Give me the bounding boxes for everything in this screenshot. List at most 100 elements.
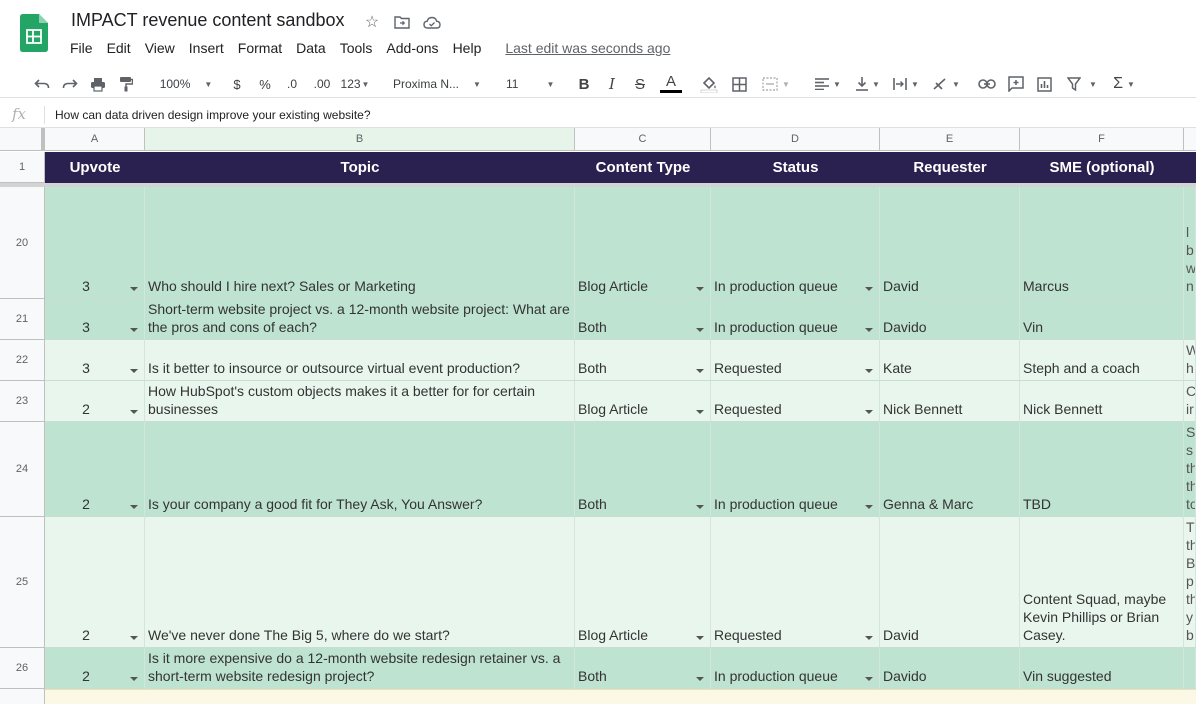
column-header-b[interactable]: B: [145, 128, 575, 151]
font-size-select[interactable]: 11 ▼: [506, 72, 558, 96]
functions-icon[interactable]: Σ ▼: [1108, 72, 1140, 96]
cell-upvote[interactable]: 3: [45, 299, 145, 340]
cell-requester[interactable]: David: [880, 517, 1020, 648]
table-row[interactable]: [45, 689, 1196, 704]
header-next-column[interactable]: [1184, 152, 1196, 183]
undo-icon[interactable]: [32, 72, 52, 96]
cell-sme[interactable]: Nick Bennett: [1020, 381, 1184, 422]
menu-view[interactable]: View: [145, 39, 175, 57]
cell-topic[interactable]: Who should I hire next? Sales or Marketi…: [145, 187, 575, 299]
dropdown-arrow-icon[interactable]: [696, 369, 704, 373]
dropdown-arrow-icon[interactable]: [696, 677, 704, 681]
row-header[interactable]: 22: [0, 340, 45, 381]
cell-sme[interactable]: Vin suggested: [1020, 648, 1184, 689]
menu-data[interactable]: Data: [296, 39, 326, 57]
header-content-type[interactable]: Content Type: [575, 152, 711, 183]
dropdown-arrow-icon[interactable]: [865, 369, 873, 373]
cell-status[interactable]: Requested: [711, 517, 880, 648]
cell-upvote[interactable]: 2: [45, 381, 145, 422]
cell-upvote[interactable]: 2: [45, 422, 145, 517]
header-status[interactable]: Status: [711, 152, 880, 183]
cell-requester[interactable]: Nick Bennett: [880, 381, 1020, 422]
row-header[interactable]: [0, 689, 45, 704]
decrease-decimal-button[interactable]: .0: [282, 72, 302, 96]
move-folder-icon[interactable]: [392, 12, 412, 32]
italic-button[interactable]: I: [604, 72, 620, 96]
column-header-c[interactable]: C: [575, 128, 711, 151]
menu-edit[interactable]: Edit: [107, 39, 131, 57]
cell-requester[interactable]: Davido: [880, 648, 1020, 689]
select-all-corner[interactable]: [0, 128, 45, 151]
dropdown-arrow-icon[interactable]: [130, 505, 138, 509]
increase-decimal-button[interactable]: .00: [310, 72, 334, 96]
menu-tools[interactable]: Tools: [340, 39, 373, 57]
column-header-g[interactable]: [1184, 128, 1196, 151]
cell-sme[interactable]: Vin: [1020, 299, 1184, 340]
document-title[interactable]: IMPACT revenue content sandbox: [71, 10, 345, 31]
cell-status[interactable]: In production queue: [711, 299, 880, 340]
redo-icon[interactable]: [60, 72, 80, 96]
currency-format-button[interactable]: $: [229, 72, 245, 96]
cell-next-column[interactable]: [1184, 299, 1196, 340]
cell-next-column[interactable]: W h: [1184, 340, 1196, 381]
merge-cells-icon[interactable]: ▼: [758, 72, 794, 96]
row-header[interactable]: 25: [0, 517, 45, 648]
cloud-status-icon[interactable]: [422, 12, 442, 32]
text-wrap-icon[interactable]: ▼: [890, 72, 922, 96]
formula-input[interactable]: How can data driven design improve your …: [55, 108, 371, 122]
dropdown-arrow-icon[interactable]: [696, 505, 704, 509]
cell-upvote[interactable]: 2: [45, 517, 145, 648]
strikethrough-button[interactable]: S: [632, 72, 648, 96]
dropdown-arrow-icon[interactable]: [865, 505, 873, 509]
row-header[interactable]: 23: [0, 381, 45, 422]
row-header[interactable]: 20: [0, 187, 45, 299]
dropdown-arrow-icon[interactable]: [696, 410, 704, 414]
dropdown-arrow-icon[interactable]: [130, 410, 138, 414]
menu-insert[interactable]: Insert: [189, 39, 224, 57]
cell-topic[interactable]: Short-term website project vs. a 12-mont…: [145, 299, 575, 340]
dropdown-arrow-icon[interactable]: [130, 636, 138, 640]
cell-topic[interactable]: How HubSpot's custom objects makes it a …: [145, 381, 575, 422]
insert-link-icon[interactable]: [976, 72, 998, 96]
horizontal-align-icon[interactable]: ▼: [812, 72, 844, 96]
menu-file[interactable]: File: [70, 39, 93, 57]
dropdown-arrow-icon[interactable]: [865, 677, 873, 681]
cell-requester[interactable]: Davido: [880, 299, 1020, 340]
cell-content-type[interactable]: Both: [575, 340, 711, 381]
cell-requester[interactable]: Genna & Marc: [880, 422, 1020, 517]
dropdown-arrow-icon[interactable]: [130, 328, 138, 332]
menu-format[interactable]: Format: [238, 39, 282, 57]
cell-sme[interactable]: TBD: [1020, 422, 1184, 517]
number-format-select[interactable]: 123 ▼: [338, 72, 372, 96]
menu-addons[interactable]: Add-ons: [386, 39, 438, 57]
row-header[interactable]: 21: [0, 299, 45, 340]
cell-status[interactable]: In production queue: [711, 187, 880, 299]
header-topic[interactable]: Topic: [145, 152, 575, 183]
cell-content-type[interactable]: Blog Article: [575, 517, 711, 648]
header-sme[interactable]: SME (optional): [1020, 152, 1184, 183]
menu-help[interactable]: Help: [453, 39, 482, 57]
dropdown-arrow-icon[interactable]: [865, 636, 873, 640]
dropdown-arrow-icon[interactable]: [865, 410, 873, 414]
font-family-select[interactable]: Proxima N... ▼: [393, 72, 485, 96]
zoom-select[interactable]: 100% ▼: [160, 72, 213, 96]
star-icon[interactable]: ☆: [362, 12, 382, 32]
cell-content-type[interactable]: Both: [575, 299, 711, 340]
row-header[interactable]: 24: [0, 422, 45, 517]
cell-content-type[interactable]: Blog Article: [575, 187, 711, 299]
bold-button[interactable]: B: [576, 72, 592, 96]
print-icon[interactable]: [88, 72, 108, 96]
cell-sme[interactable]: Marcus: [1020, 187, 1184, 299]
row-header[interactable]: 26: [0, 648, 45, 689]
last-edit-link[interactable]: Last edit was seconds ago: [505, 39, 670, 57]
text-rotation-icon[interactable]: ▼: [930, 72, 962, 96]
percent-format-button[interactable]: %: [257, 72, 273, 96]
cell-sme[interactable]: Content Squad, maybe Kevin Phillips or B…: [1020, 517, 1184, 648]
cell-next-column[interactable]: T th B p th y b: [1184, 517, 1196, 648]
cell-sme[interactable]: Steph and a coach: [1020, 340, 1184, 381]
dropdown-arrow-icon[interactable]: [696, 287, 704, 291]
dropdown-arrow-icon[interactable]: [865, 287, 873, 291]
insert-chart-icon[interactable]: [1034, 72, 1054, 96]
sheets-logo-icon[interactable]: [20, 14, 48, 52]
column-header-a[interactable]: A: [45, 128, 145, 151]
